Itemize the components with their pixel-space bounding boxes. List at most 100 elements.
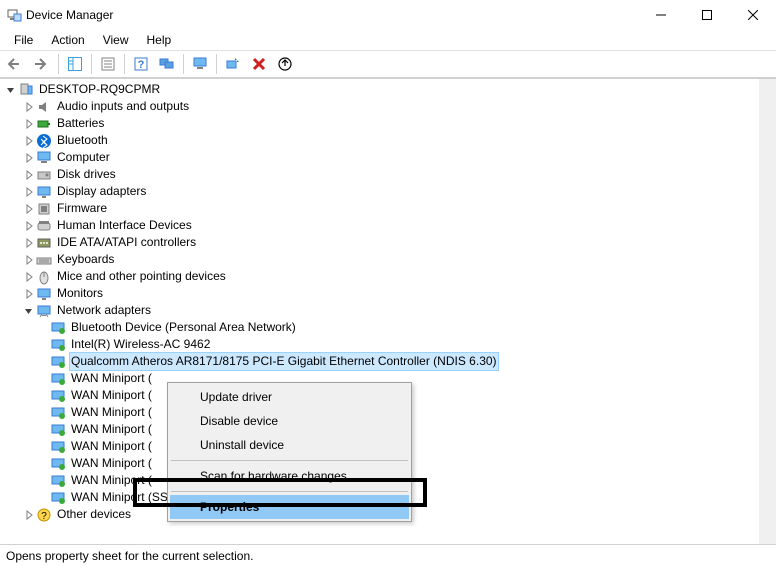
- ide-icon: [36, 235, 52, 251]
- twisty-open-icon[interactable]: [4, 81, 18, 98]
- network-adapter-icon: [50, 456, 66, 472]
- tree-device-label: WAN Miniport (: [69, 370, 154, 387]
- toolbar: ?: [0, 50, 776, 78]
- tree-category[interactable]: Monitors: [4, 285, 776, 302]
- window-controls: [638, 0, 776, 30]
- ctx-update-driver[interactable]: Update driver: [170, 385, 409, 409]
- ctx-separator: [171, 491, 408, 492]
- keyboard-icon: [36, 252, 52, 268]
- ctx-separator: [171, 460, 408, 461]
- minimize-button[interactable]: [638, 0, 684, 30]
- tree-category-label: Batteries: [55, 115, 106, 132]
- tree-device[interactable]: Bluetooth Device (Personal Area Network): [4, 319, 776, 336]
- toolbar-separator: [124, 54, 125, 74]
- tree-category-label: Audio inputs and outputs: [55, 98, 191, 115]
- help-button[interactable]: ?: [129, 53, 153, 75]
- ctx-uninstall-device[interactable]: Uninstall device: [170, 433, 409, 457]
- tree-category-label: Monitors: [55, 285, 105, 302]
- bluetooth-icon: [36, 133, 52, 149]
- toolbar-separator: [216, 54, 217, 74]
- twisty-closed-icon[interactable]: [22, 217, 36, 234]
- menu-file[interactable]: File: [6, 32, 41, 48]
- update-button[interactable]: [273, 53, 297, 75]
- tree-device-label: Bluetooth Device (Personal Area Network): [69, 319, 298, 336]
- ctx-scan-hardware[interactable]: Scan for hardware changes: [170, 464, 409, 488]
- twisty-closed-icon[interactable]: [22, 285, 36, 302]
- monitors-button[interactable]: [155, 53, 179, 75]
- tree-device[interactable]: Qualcomm Atheros AR8171/8175 PCI-E Gigab…: [4, 353, 776, 370]
- properties-button[interactable]: [96, 53, 120, 75]
- tree-category-label: Mice and other pointing devices: [55, 268, 228, 285]
- tree-category-label: Computer: [55, 149, 112, 166]
- network-adapter-icon: [50, 371, 66, 387]
- tree-category[interactable]: Computer: [4, 149, 776, 166]
- firmware-icon: [36, 201, 52, 217]
- twisty-closed-icon[interactable]: [22, 166, 36, 183]
- tree-category-label: Disk drives: [55, 166, 118, 183]
- twisty-closed-icon[interactable]: [22, 183, 36, 200]
- tree-category[interactable]: Audio inputs and outputs: [4, 98, 776, 115]
- close-button[interactable]: [730, 0, 776, 30]
- tree-category[interactable]: Human Interface Devices: [4, 217, 776, 234]
- computer-icon: [18, 82, 34, 98]
- ctx-disable-device[interactable]: Disable device: [170, 409, 409, 433]
- toolbar-separator: [58, 54, 59, 74]
- twisty-closed-icon[interactable]: [22, 251, 36, 268]
- twisty-closed-icon[interactable]: [22, 506, 36, 523]
- tree-category-label: Other devices: [55, 506, 133, 523]
- twisty-closed-icon[interactable]: [22, 98, 36, 115]
- network-adapter-icon: [50, 422, 66, 438]
- twisty-closed-icon[interactable]: [22, 115, 36, 132]
- twisty-closed-icon[interactable]: [22, 234, 36, 251]
- status-text: Opens property sheet for the current sel…: [6, 549, 253, 563]
- tree-category-label: Firmware: [55, 200, 109, 217]
- tree-device[interactable]: Intel(R) Wireless-AC 9462: [4, 336, 776, 353]
- back-button[interactable]: [4, 53, 28, 75]
- computer-icon: [36, 150, 52, 166]
- vertical-scrollbar[interactable]: [759, 79, 776, 544]
- maximize-button[interactable]: [684, 0, 730, 30]
- forward-button[interactable]: [30, 53, 54, 75]
- display-icon: [36, 184, 52, 200]
- scan-button[interactable]: [221, 53, 245, 75]
- hid-icon: [36, 218, 52, 234]
- network-adapter-icon: [50, 354, 66, 370]
- mouse-icon: [36, 269, 52, 285]
- tree-category[interactable]: Bluetooth: [4, 132, 776, 149]
- ctx-properties[interactable]: Properties: [170, 495, 409, 519]
- toolbar-separator: [91, 54, 92, 74]
- menu-view[interactable]: View: [95, 32, 137, 48]
- tree-category[interactable]: IDE ATA/ATAPI controllers: [4, 234, 776, 251]
- tree-category-label: Network adapters: [55, 302, 153, 319]
- tree-category-label: Human Interface Devices: [55, 217, 194, 234]
- menubar: File Action View Help: [0, 30, 776, 50]
- tree-device-label: WAN Miniport (: [69, 421, 154, 438]
- menu-action[interactable]: Action: [43, 32, 92, 48]
- tree-category[interactable]: Batteries: [4, 115, 776, 132]
- tree-root[interactable]: DESKTOP-RQ9CPMR: [4, 81, 776, 98]
- twisty-open-icon[interactable]: [22, 302, 36, 319]
- twisty-closed-icon[interactable]: [22, 200, 36, 217]
- network-adapter-icon: [50, 337, 66, 353]
- context-menu: Update driver Disable device Uninstall d…: [167, 382, 412, 522]
- statusbar: Opens property sheet for the current sel…: [0, 544, 776, 566]
- svg-text:?: ?: [41, 511, 47, 522]
- network-adapter-icon: [50, 490, 66, 506]
- window-title: Device Manager: [26, 8, 113, 22]
- tree-category[interactable]: Firmware: [4, 200, 776, 217]
- twisty-closed-icon[interactable]: [22, 149, 36, 166]
- menu-help[interactable]: Help: [139, 32, 180, 48]
- tree-category-label: Bluetooth: [55, 132, 110, 149]
- tree-category[interactable]: Keyboards: [4, 251, 776, 268]
- tree-device-label: WAN Miniport (: [69, 455, 154, 472]
- tree-category[interactable]: Disk drives: [4, 166, 776, 183]
- computer-button[interactable]: [188, 53, 212, 75]
- show-hide-tree-button[interactable]: [63, 53, 87, 75]
- twisty-closed-icon[interactable]: [22, 268, 36, 285]
- network-adapter-icon: [50, 473, 66, 489]
- twisty-closed-icon[interactable]: [22, 132, 36, 149]
- tree-category[interactable]: Display adapters: [4, 183, 776, 200]
- tree-category[interactable]: Network adapters: [4, 302, 776, 319]
- tree-category[interactable]: Mice and other pointing devices: [4, 268, 776, 285]
- delete-button[interactable]: [247, 53, 271, 75]
